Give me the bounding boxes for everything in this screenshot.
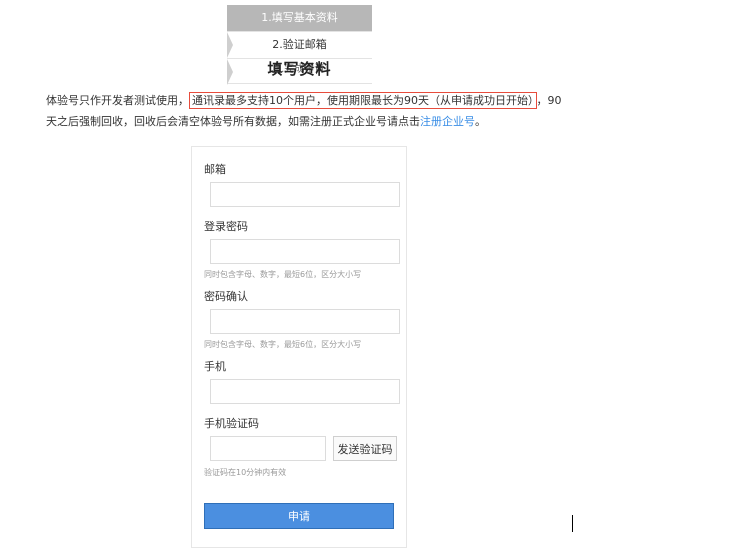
confirm-password-field[interactable] [210,309,400,334]
code-label: 手机验证码 [204,417,259,430]
code-hint: 验证码在10分钟内有效 [204,468,287,477]
step-2: 2.验证邮箱 [227,32,372,59]
phone-field[interactable] [210,379,400,404]
step-2-label: 2.验证邮箱 [272,38,327,51]
confirm-password-label: 密码确认 [204,290,248,303]
text-cursor [572,515,573,532]
trial-notice: 体验号只作开发者测试使用， 通讯录最多支持10个用户，使用期限最长为90天（从申请… [46,90,566,132]
email-label: 邮箱 [204,163,226,176]
page-title: 填写资料 [267,60,332,78]
confirm-password-hint: 同时包含字母、数字，最短6位，区分大小写 [204,340,362,349]
steps-progress: 1.填写基本资料 2.验证邮箱 3.完成申请 填写资料 [227,5,372,85]
register-enterprise-link[interactable]: 注册企业号 [420,115,475,128]
phone-label: 手机 [204,360,226,373]
notice-suffix: 。 [475,115,486,128]
verification-code-field[interactable] [210,436,326,461]
password-hint: 同时包含字母、数字，最短6位，区分大小写 [204,270,362,279]
chevron-right-icon [227,32,233,58]
submit-button[interactable]: 申请 [204,503,394,529]
email-field[interactable] [210,182,400,207]
step-3: 3.完成申请 填写资料 [227,59,372,85]
send-code-button[interactable]: 发送验证码 [333,436,397,461]
password-label: 登录密码 [204,220,248,233]
application-form: 邮箱 登录密码 同时包含字母、数字，最短6位，区分大小写 密码确认 同时包含字母… [191,146,407,548]
notice-prefix: 体验号只作开发者测试使用， [46,94,189,107]
step-1: 1.填写基本资料 [227,5,372,32]
notice-highlight: 通讯录最多支持10个用户，使用期限最长为90天（从申请成功日开始） [189,92,537,109]
password-field[interactable] [210,239,400,264]
